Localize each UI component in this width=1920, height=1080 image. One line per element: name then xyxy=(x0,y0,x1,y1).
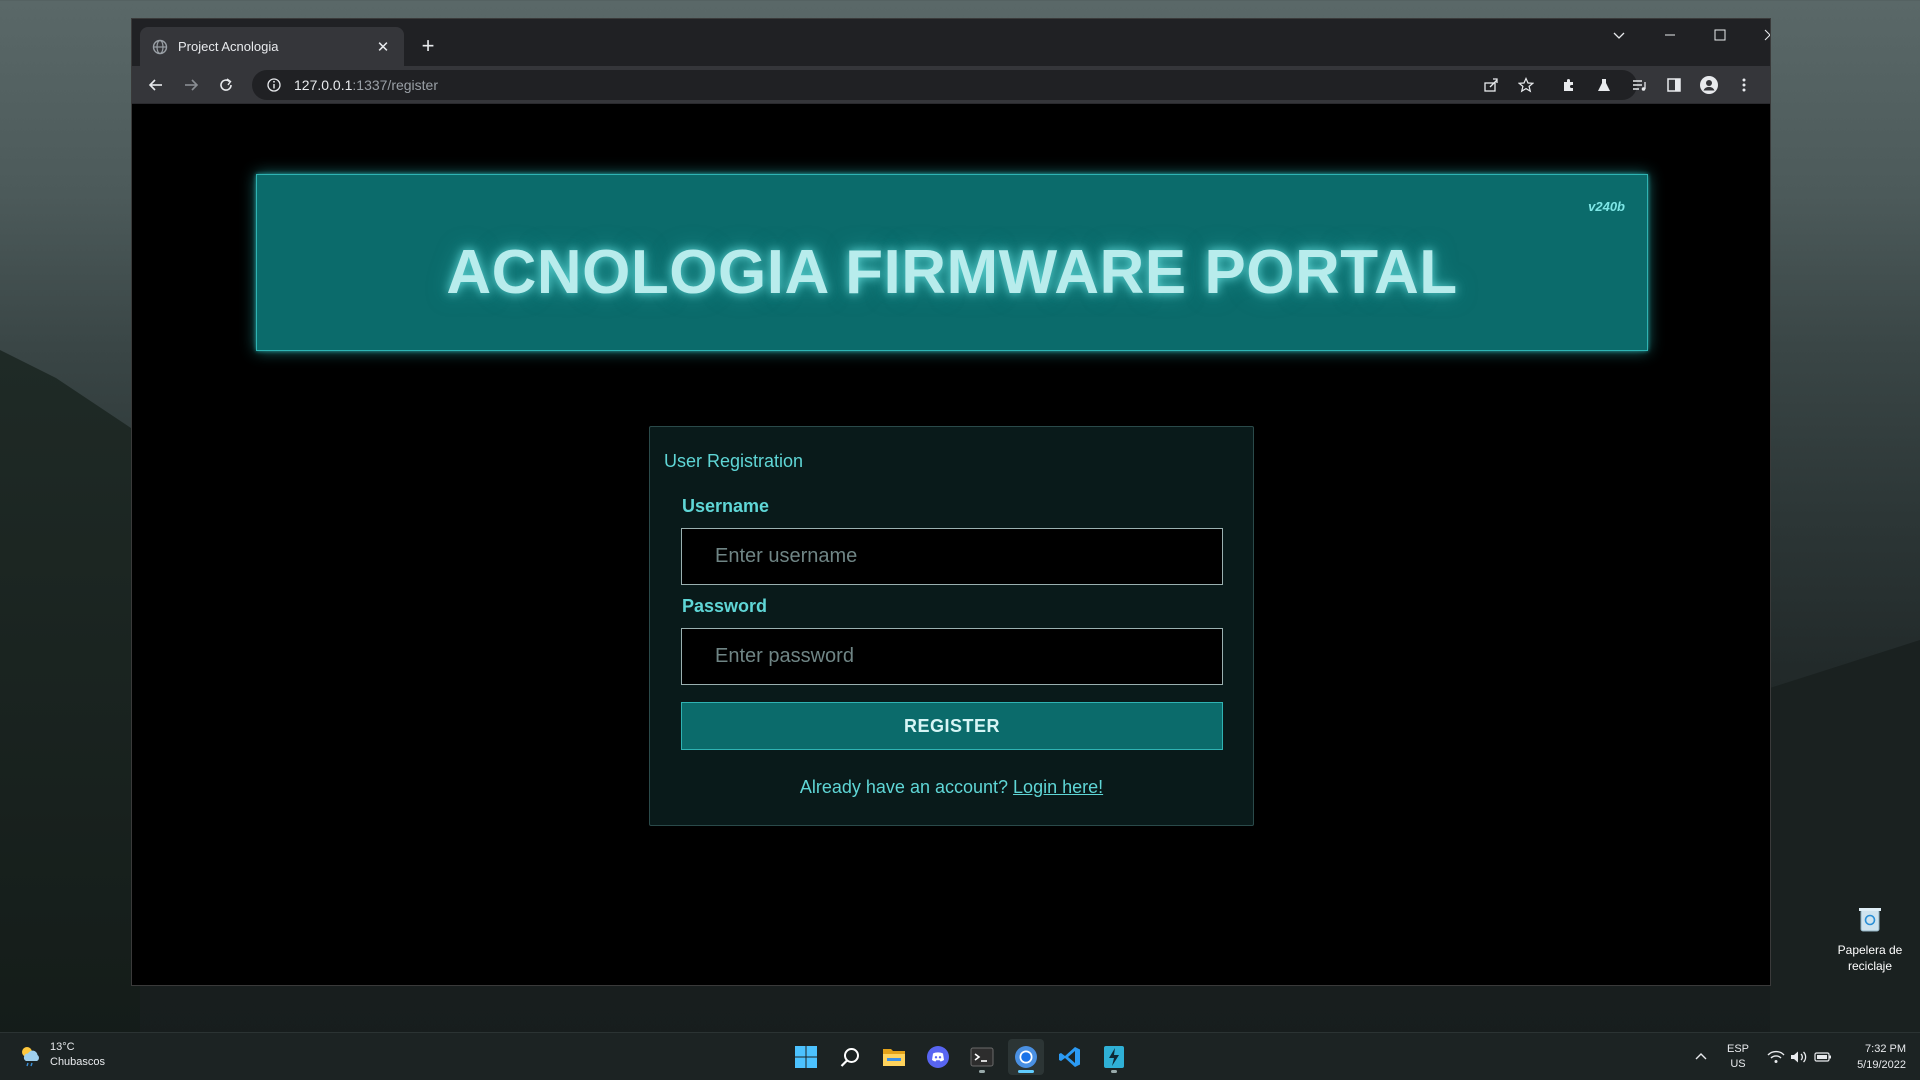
page-content: v240b ACNOLOGIA FIRMWARE PORTAL User Reg… xyxy=(132,105,1770,985)
clock-date: 5/19/2022 xyxy=(1857,1059,1906,1071)
keyboard-layout: US xyxy=(1730,1058,1746,1070)
form-title: User Registration xyxy=(664,451,804,471)
tab-search-icon[interactable] xyxy=(1594,19,1644,51)
profile-avatar-icon[interactable] xyxy=(1697,73,1721,97)
side-panel-icon[interactable] xyxy=(1662,73,1686,97)
globe-icon xyxy=(152,39,168,55)
close-tab-icon[interactable]: ✕ xyxy=(374,38,392,56)
version-label: v240b xyxy=(1588,199,1625,214)
browser-window: Project Acnologia ✕ + 127.0.0.1:1337/re… xyxy=(131,18,1771,986)
clock-time: 7:32 PM xyxy=(1865,1043,1906,1055)
weather-icon xyxy=(22,1047,39,1067)
wallpaper-hill-right xyxy=(1770,640,1920,1040)
terminal-icon[interactable] xyxy=(964,1039,1000,1075)
password-label: Password xyxy=(682,596,768,616)
minimize-button[interactable] xyxy=(1645,19,1695,51)
search-icon[interactable] xyxy=(832,1039,868,1075)
maximize-button[interactable] xyxy=(1695,19,1745,51)
url-host: 127.0.0.1 xyxy=(294,77,353,93)
info-icon[interactable] xyxy=(266,77,282,93)
login-prompt-text: Already have an account? xyxy=(799,777,1009,797)
browser-toolbar: 127.0.0.1:1337/register xyxy=(132,66,1770,104)
url-path: :1337/register xyxy=(352,77,438,93)
recycle-bin-label: Papelera de reciclaje xyxy=(1837,943,1903,973)
labs-flask-icon[interactable] xyxy=(1592,73,1616,97)
portal-banner: v240b ACNOLOGIA FIRMWARE PORTAL xyxy=(256,174,1648,351)
tab-bar: Project Acnologia ✕ + xyxy=(132,19,1770,66)
recycle-bin[interactable]: Papelera de reciclaje xyxy=(1830,905,1910,974)
file-explorer-icon[interactable] xyxy=(876,1039,912,1075)
register-button[interactable]: REGISTER xyxy=(681,702,1223,750)
wifi-icon[interactable] xyxy=(1767,1033,1785,1080)
discord-icon[interactable] xyxy=(920,1039,956,1075)
media-queue-icon[interactable] xyxy=(1627,73,1651,97)
back-icon[interactable] xyxy=(142,71,170,99)
registration-card: User Registration Username Password REGI… xyxy=(649,426,1254,826)
password-input[interactable] xyxy=(681,628,1223,685)
chrome-icon[interactable] xyxy=(1008,1039,1044,1075)
close-window-button[interactable] xyxy=(1745,19,1770,51)
show-hidden-icons-icon[interactable] xyxy=(1694,1033,1708,1080)
recycle-bin-icon xyxy=(1859,908,1881,932)
username-input[interactable] xyxy=(681,528,1223,585)
forward-icon[interactable] xyxy=(177,71,205,99)
login-link[interactable]: Login here! xyxy=(1013,777,1103,797)
volume-icon[interactable] xyxy=(1790,1033,1808,1080)
extensions-icon[interactable] xyxy=(1557,73,1581,97)
page-title: ACNOLOGIA FIRMWARE PORTAL xyxy=(446,238,1458,307)
language-code: ESP xyxy=(1727,1043,1750,1055)
username-label: Username xyxy=(682,496,770,516)
login-prompt-line: Already have an account? Login here! xyxy=(650,777,1253,798)
bookmark-star-icon[interactable] xyxy=(1514,73,1538,97)
weather-widget[interactable]: 13°C Chubascos xyxy=(18,1040,105,1070)
wallpaper-hill xyxy=(0,350,140,1050)
language-indicator[interactable]: ESP US xyxy=(1727,1033,1749,1080)
more-menu-icon[interactable] xyxy=(1732,73,1756,97)
weather-temp: 13°C xyxy=(50,1041,75,1053)
vscode-icon[interactable] xyxy=(1052,1039,1088,1075)
battery-icon[interactable] xyxy=(1814,1033,1832,1080)
reload-icon[interactable] xyxy=(212,71,240,99)
clock[interactable]: 7:32 PM 5/19/2022 xyxy=(1844,1033,1906,1080)
start-icon[interactable] xyxy=(788,1039,824,1075)
tab-title: Project Acnologia xyxy=(178,39,279,54)
taskbar: 13°C Chubascos ESP US 7:32 PM 5/19/2022 xyxy=(0,1032,1920,1080)
weather-desc: Chubascos xyxy=(50,1056,106,1068)
browser-tab[interactable]: Project Acnologia ✕ xyxy=(140,27,404,66)
new-tab-button[interactable]: + xyxy=(414,33,442,61)
app-icon[interactable] xyxy=(1096,1039,1132,1075)
share-icon[interactable] xyxy=(1479,73,1503,97)
address-bar[interactable]: 127.0.0.1:1337/register xyxy=(252,70,1637,100)
